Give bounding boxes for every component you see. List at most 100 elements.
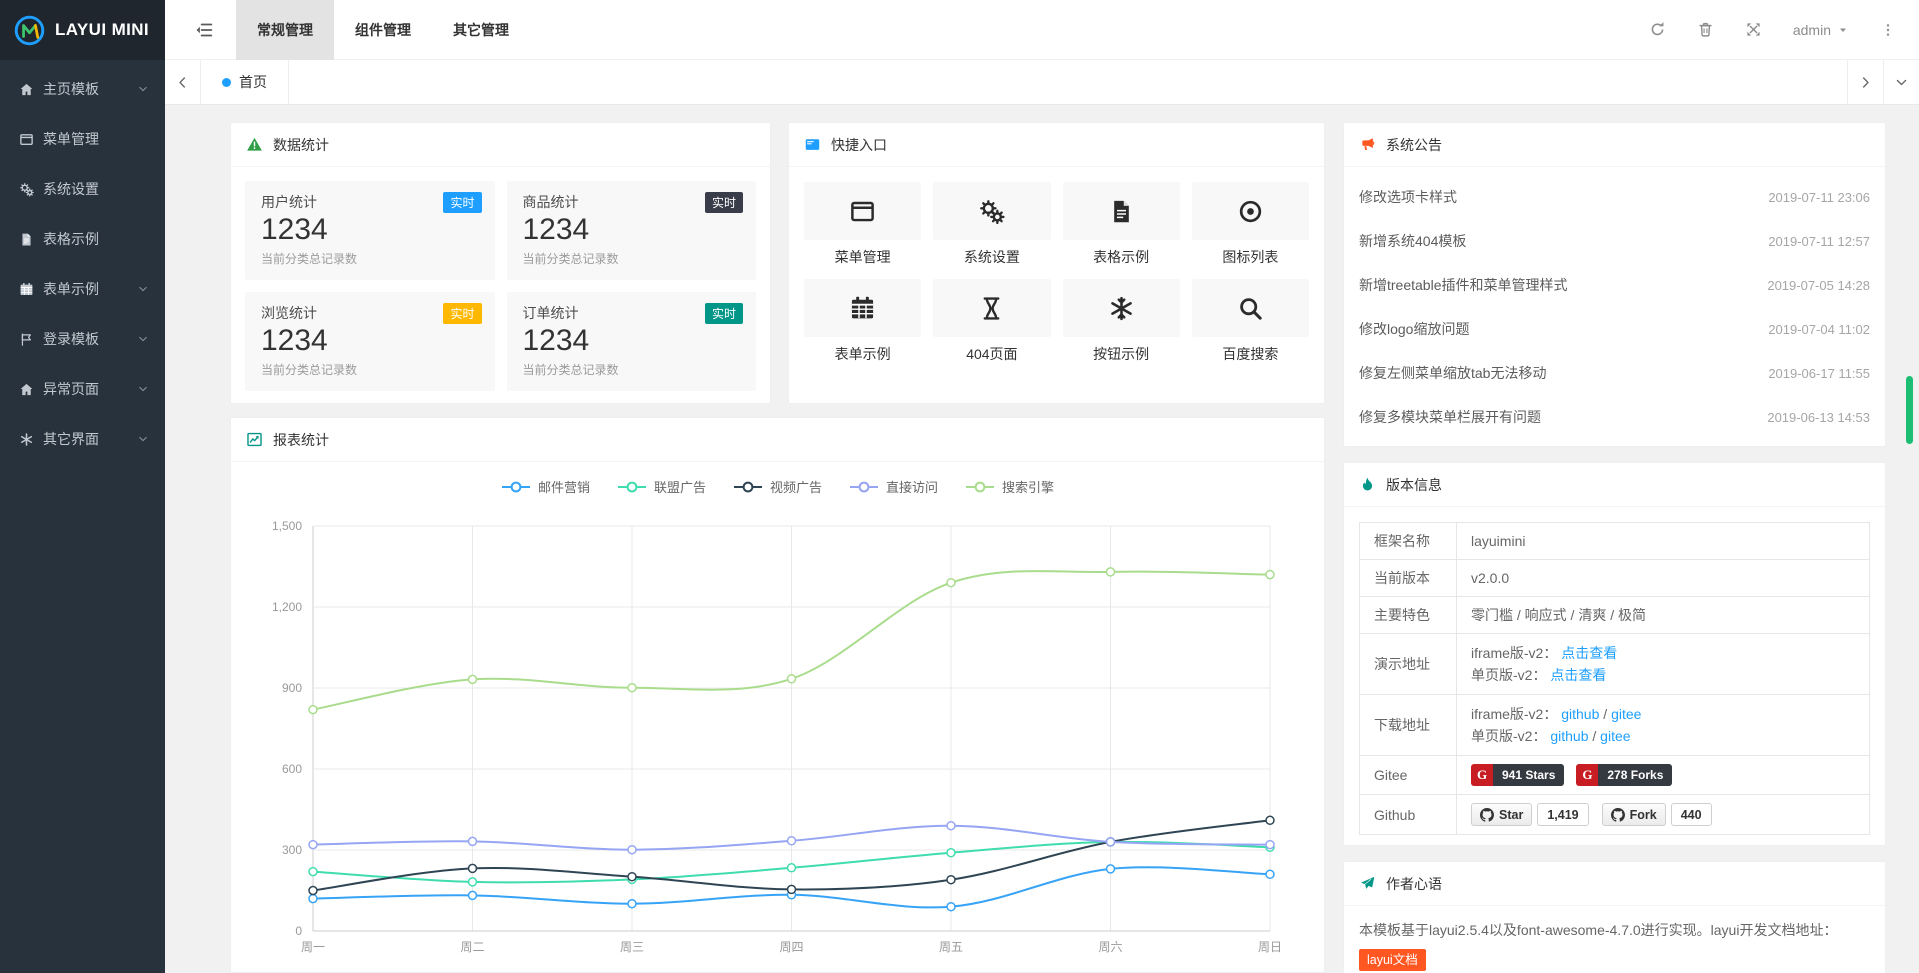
gitee-logo-icon: G xyxy=(1471,764,1493,786)
quick-entry-8[interactable]: 百度搜索 xyxy=(1192,279,1309,362)
quick-entry-5[interactable]: 表单示例 xyxy=(804,279,921,362)
gitee-badge[interactable]: G278 Forks xyxy=(1576,764,1672,786)
caret-down-icon xyxy=(1837,24,1849,36)
fullscreen-button[interactable] xyxy=(1745,21,1762,38)
trash-icon xyxy=(1697,21,1714,38)
clear-cache-button[interactable] xyxy=(1697,21,1714,38)
calendar-icon-wrap xyxy=(19,282,34,297)
gitee-badge[interactable]: G941 Stars xyxy=(1471,764,1564,786)
refresh-button[interactable] xyxy=(1649,21,1666,38)
quick-entry-6[interactable]: 404页面 xyxy=(933,279,1050,362)
sidebar-item-8[interactable]: 其它界面 xyxy=(0,414,165,464)
notice-item-1[interactable]: 修改选项卡样式2019-07-11 23:06 xyxy=(1344,175,1885,219)
notice-item-3[interactable]: 新增treetable插件和菜单管理样式2019-07-05 14:28 xyxy=(1344,263,1885,307)
svg-text:周四: 周四 xyxy=(779,940,803,954)
github-star-count[interactable]: 1,419 xyxy=(1537,803,1588,826)
version-card-title: 版本信息 xyxy=(1386,475,1442,495)
stat-badge: 实时 xyxy=(705,303,743,324)
module-tab-3[interactable]: 其它管理 xyxy=(432,0,530,60)
app-logo[interactable]: LAYUI MINI xyxy=(0,0,165,60)
data-statistics-card: 数据统计 用户统计实时1234当前分类总记录数商品统计实时1234当前分类总记录… xyxy=(230,122,771,404)
github-fork-count[interactable]: 440 xyxy=(1671,803,1712,826)
notice-item-4[interactable]: 修改logo缩放问题2019-07-04 11:02 xyxy=(1344,307,1885,351)
file-icon xyxy=(19,232,34,247)
gitee-badge-label: 941 Stars xyxy=(1493,764,1564,786)
quick-entry-card: 快捷入口 菜单管理系统设置表格示例图标列表表单示例404页面按钮示例百度搜索 xyxy=(788,122,1325,404)
notice-text: 修改logo缩放问题 xyxy=(1359,319,1469,339)
ellipsis-v-icon xyxy=(1880,22,1896,38)
legend-marker-icon xyxy=(501,481,531,493)
version-row-6: GiteeG941 StarsG278 Forks xyxy=(1360,756,1870,795)
notice-time: 2019-07-05 14:28 xyxy=(1767,278,1870,293)
legend-marker-icon xyxy=(849,481,879,493)
tab-home[interactable]: 首页 xyxy=(201,60,289,104)
tab-scroll-right-button[interactable] xyxy=(1847,60,1883,104)
legend-label: 直接访问 xyxy=(886,477,938,496)
active-tab-dot-icon xyxy=(222,78,231,87)
flag-icon xyxy=(19,332,34,347)
version-header-icon-wrap xyxy=(1359,476,1376,493)
version-row-3: 主要特色零门槛 / 响应式 / 清爽 / 极简 xyxy=(1360,597,1870,634)
stat-badge: 实时 xyxy=(443,192,481,213)
notice-time: 2019-06-13 14:53 xyxy=(1767,410,1870,425)
legend-item-5[interactable]: 搜索引擎 xyxy=(965,475,1054,498)
window-icon-wrap xyxy=(19,132,34,147)
github-fork-button[interactable]: Fork xyxy=(1602,803,1666,826)
tab-operations-button[interactable] xyxy=(1883,60,1919,104)
notice-item-5[interactable]: 修复左侧菜单缩放tab无法移动2019-06-17 11:55 xyxy=(1344,351,1885,395)
sidebar-item-3[interactable]: 系统设置 xyxy=(0,164,165,214)
sidebar-item-4[interactable]: 表格示例 xyxy=(0,214,165,264)
menu-fold-button[interactable] xyxy=(194,20,214,40)
version-table: 框架名称layuimini当前版本v2.0.0主要特色零门槛 / 响应式 / 清… xyxy=(1359,522,1870,835)
legend-item-4[interactable]: 直接访问 xyxy=(849,475,938,498)
link-github[interactable]: github xyxy=(1561,706,1599,722)
quick-entry-label: 系统设置 xyxy=(933,249,1050,265)
user-dropdown[interactable]: admin xyxy=(1793,22,1849,38)
gitee-logo-icon: G xyxy=(1576,764,1598,786)
file-icon xyxy=(1108,198,1135,225)
version-row-label: Gitee xyxy=(1360,756,1457,795)
tab-scroll-left-button[interactable] xyxy=(165,60,201,104)
legend-item-3[interactable]: 视频广告 xyxy=(733,475,822,498)
legend-item-2[interactable]: 联盟广告 xyxy=(617,475,706,498)
notice-item-2[interactable]: 新增系统404模板 2019-07-11 12:57 xyxy=(1344,219,1885,263)
link-点击查看[interactable]: 点击查看 xyxy=(1561,645,1617,661)
more-menu-button[interactable] xyxy=(1880,22,1896,38)
calendar-icon xyxy=(849,295,876,322)
stats-grid: 用户统计实时1234当前分类总记录数商品统计实时1234当前分类总记录数浏览统计… xyxy=(231,167,770,405)
asterisk-icon xyxy=(19,432,34,447)
sidebar-item-label: 主页模板 xyxy=(43,79,137,99)
layui-doc-link[interactable]: layui文档 xyxy=(1359,949,1426,971)
link-点击查看[interactable]: 点击查看 xyxy=(1550,667,1606,683)
github-star-button[interactable]: Star xyxy=(1471,803,1532,826)
legend-item-1[interactable]: 邮件营销 xyxy=(501,475,590,498)
version-value: layuimini xyxy=(1471,533,1525,549)
module-tab-2[interactable]: 组件管理 xyxy=(334,0,432,60)
legend-marker-icon xyxy=(617,481,647,493)
version-info-card: 版本信息 框架名称layuimini当前版本v2.0.0主要特色零门槛 / 响应… xyxy=(1343,462,1886,846)
report-statistics-card: 报表统计 邮件营销联盟广告视频广告直接访问搜索引擎 03006009001,20… xyxy=(230,417,1325,973)
notice-text: 新增系统404模板 xyxy=(1359,231,1466,251)
page-tabbar: 首页 xyxy=(165,60,1919,105)
sidebar-item-6[interactable]: 登录模板 xyxy=(0,314,165,364)
quick-entry-3[interactable]: 表格示例 xyxy=(1063,182,1180,265)
link-gitee[interactable]: gitee xyxy=(1600,728,1630,744)
module-tab-1[interactable]: 常规管理 xyxy=(236,0,334,60)
sidebar-item-5[interactable]: 表单示例 xyxy=(0,264,165,314)
quick-entry-4[interactable]: 图标列表 xyxy=(1192,182,1309,265)
link-gitee[interactable]: gitee xyxy=(1611,706,1641,722)
notice-item-6[interactable]: 修复多模块菜单栏展开有问题2019-06-13 14:53 xyxy=(1344,395,1885,439)
sidebar-item-1[interactable]: 主页模板 xyxy=(0,64,165,114)
sidebar-item-2[interactable]: 菜单管理 xyxy=(0,114,165,164)
sidebar-item-label: 登录模板 xyxy=(43,329,137,349)
quick-entry-icon-box xyxy=(1192,182,1309,240)
quick-entry-2[interactable]: 系统设置 xyxy=(933,182,1050,265)
page-scrollbar-thumb[interactable] xyxy=(1906,376,1913,444)
chevron-down-icon xyxy=(137,383,149,395)
notice-time: 2019-07-11 12:57 xyxy=(1768,234,1870,249)
sidebar-item-7[interactable]: 异常页面 xyxy=(0,364,165,414)
report-card-title: 报表统计 xyxy=(273,430,329,450)
quick-entry-1[interactable]: 菜单管理 xyxy=(804,182,921,265)
quick-entry-7[interactable]: 按钮示例 xyxy=(1063,279,1180,362)
link-github[interactable]: github xyxy=(1550,728,1588,744)
